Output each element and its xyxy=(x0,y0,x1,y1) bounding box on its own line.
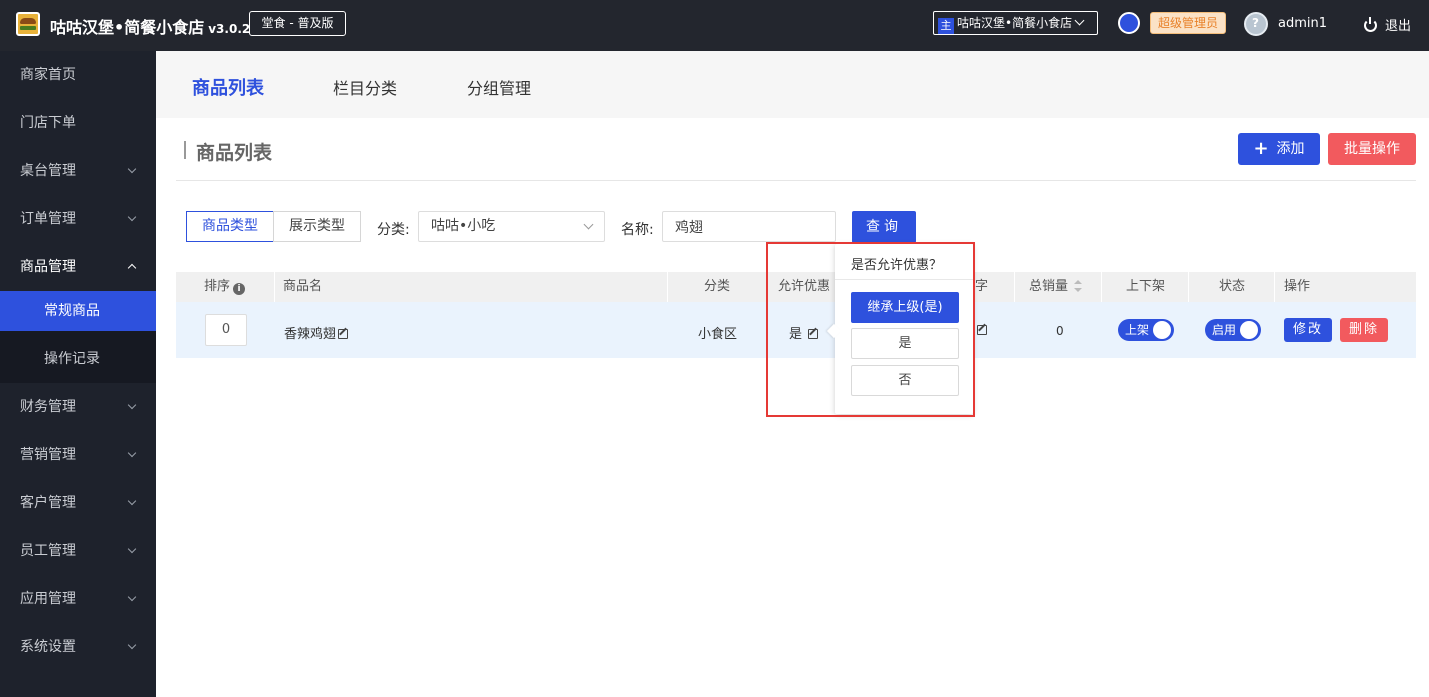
sidebar-item-store-order[interactable]: 门店下单 xyxy=(0,99,156,147)
toggle-knob xyxy=(1153,321,1171,339)
page-title: 商品列表 xyxy=(196,142,273,164)
th-stock-partial: 字 xyxy=(975,279,989,294)
product-category: 小食区 xyxy=(698,327,738,342)
title-accent-bar xyxy=(184,141,186,159)
edit-icon[interactable] xyxy=(977,325,987,335)
column-separator xyxy=(1014,272,1015,302)
product-name: 香辣鸡翅 xyxy=(284,327,337,342)
logout-button[interactable]: 退出 xyxy=(1364,15,1411,34)
name-label: 名称: xyxy=(621,222,654,238)
column-separator xyxy=(1274,272,1275,302)
add-button[interactable]: + 添加 xyxy=(1238,133,1320,165)
sidebar-item-marketing[interactable]: 营销管理 xyxy=(0,431,156,479)
sidebar-item-home[interactable]: 商家首页 xyxy=(0,51,156,99)
chevron-up-icon xyxy=(127,263,137,273)
chevron-down-icon xyxy=(127,212,137,222)
chevron-down-icon xyxy=(583,219,594,230)
app-version: v3.0.2 xyxy=(208,22,251,36)
tab-column-category[interactable]: 栏目分类 xyxy=(333,75,397,99)
sidebar-item-tables[interactable]: 桌台管理 xyxy=(0,147,156,195)
th-shelf: 上下架 xyxy=(1126,279,1166,294)
th-actions: 操作 xyxy=(1284,279,1311,294)
highlight-box xyxy=(766,242,975,417)
chevron-down-icon xyxy=(127,164,137,174)
edit-button[interactable]: 修改 xyxy=(1284,318,1332,342)
store-name: 咕咕汉堡•简餐小食店 xyxy=(957,16,1073,30)
display-type-tab[interactable]: 展示类型 xyxy=(273,211,361,242)
query-button[interactable]: 查询 xyxy=(852,211,916,243)
th-name: 商品名 xyxy=(283,279,323,294)
tab-bar: 商品列表 栏目分类 分组管理 xyxy=(156,51,1429,118)
status-toggle[interactable]: 启用 xyxy=(1205,319,1261,341)
info-icon[interactable]: i xyxy=(233,283,246,295)
category-select[interactable]: 咕咕•小吃 xyxy=(418,211,605,242)
sidebar-item-apps[interactable]: 应用管理 xyxy=(0,575,156,623)
tab-product-list[interactable]: 商品列表 xyxy=(192,74,264,100)
tab-group-management[interactable]: 分组管理 xyxy=(467,75,531,99)
username[interactable]: admin1 xyxy=(1278,16,1327,31)
chevron-down-icon xyxy=(127,640,137,650)
sort-order-input[interactable]: 0 xyxy=(205,314,247,346)
plus-icon: + xyxy=(1253,138,1269,159)
chevron-down-icon xyxy=(127,592,137,602)
sidebar-subitem-regular-products[interactable]: 常规商品 xyxy=(0,291,156,331)
category-select-value: 咕咕•小吃 xyxy=(431,218,496,234)
name-input[interactable] xyxy=(662,211,836,242)
delete-button[interactable]: 删除 xyxy=(1340,318,1388,342)
total-sales-value: 0 xyxy=(1056,324,1064,338)
product-type-tab[interactable]: 商品类型 xyxy=(186,211,274,242)
column-separator xyxy=(1101,272,1102,302)
column-separator xyxy=(274,272,275,302)
sidebar-item-finance[interactable]: 财务管理 xyxy=(0,383,156,431)
divider xyxy=(176,180,1416,181)
stock-cell xyxy=(975,323,987,338)
sidebar-item-staff[interactable]: 员工管理 xyxy=(0,527,156,575)
th-status: 状态 xyxy=(1219,279,1246,294)
column-separator xyxy=(1188,272,1189,302)
power-icon xyxy=(1364,17,1377,32)
category-label: 分类: xyxy=(377,222,410,238)
th-category: 分类 xyxy=(704,279,731,294)
top-bar: 咕咕汉堡•简餐小食店 v3.0.2 堂食 - 普及版 主咕咕汉堡•简餐小食店 超级… xyxy=(0,0,1429,51)
avatar[interactable] xyxy=(1244,12,1268,36)
chevron-down-icon xyxy=(1074,15,1085,26)
sidebar-item-products[interactable]: 商品管理 xyxy=(0,243,156,291)
role-badge: 超级管理员 xyxy=(1150,12,1226,34)
chevron-down-icon xyxy=(127,400,137,410)
burger-logo-icon xyxy=(16,12,40,36)
batch-operation-button[interactable]: 批量操作 xyxy=(1328,133,1416,165)
toggle-knob xyxy=(1240,321,1258,339)
sidebar-item-settings[interactable]: 系统设置 xyxy=(0,623,156,671)
sidebar: 商家首页 门店下单 桌台管理 订单管理 商品管理 常规商品 操作记录 财务管理 … xyxy=(0,51,156,697)
th-total-sales[interactable]: 总销量 xyxy=(1029,272,1083,302)
sidebar-subitem-operation-log[interactable]: 操作记录 xyxy=(0,331,156,383)
shelf-toggle[interactable]: 上架 xyxy=(1118,319,1174,341)
edit-icon[interactable] xyxy=(338,329,349,339)
column-separator xyxy=(667,272,668,302)
sidebar-item-customers[interactable]: 客户管理 xyxy=(0,479,156,527)
theme-color-dot[interactable] xyxy=(1118,12,1140,34)
chevron-down-icon xyxy=(127,448,137,458)
chevron-down-icon xyxy=(127,544,137,554)
edition-badge[interactable]: 堂食 - 普及版 xyxy=(249,11,346,36)
sort-icon[interactable] xyxy=(1074,280,1083,292)
th-sort: 排序 i xyxy=(204,272,246,302)
store-main-badge: 主 xyxy=(938,18,954,34)
product-name-cell: 香辣鸡翅 xyxy=(284,323,349,342)
store-select[interactable]: 主咕咕汉堡•简餐小食店 xyxy=(933,11,1098,35)
sidebar-item-orders[interactable]: 订单管理 xyxy=(0,195,156,243)
app-title: 咕咕汉堡•简餐小食店 v3.0.2 xyxy=(50,18,251,37)
chevron-down-icon xyxy=(127,496,137,506)
